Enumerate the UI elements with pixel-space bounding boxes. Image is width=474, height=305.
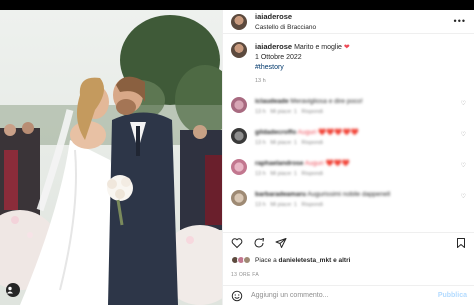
post-modal: iaiaderose Castello di Bracciano ••• iai… xyxy=(0,10,474,305)
posted-ago[interactable]: 13 ORE FA xyxy=(231,272,259,278)
comment-heart-icon[interactable]: ♡ xyxy=(461,100,466,107)
comment-text: Meravigliosa e dire poco! xyxy=(290,98,363,105)
post-caption: iaiaderose Marito e moglie ❤ 1 Ottobre 2… xyxy=(231,42,466,86)
comment-heart-icon[interactable]: ♡ xyxy=(461,131,466,138)
comment-time: 13 h xyxy=(255,109,266,115)
comment-item: barbaradeamaru Augurissimi nobile dappen… xyxy=(231,190,466,210)
action-bar xyxy=(223,232,474,252)
likes-summary: Piace a danieletesta_mkt e altri xyxy=(231,256,350,264)
commenter-username[interactable]: barbaradeamaru xyxy=(255,191,306,198)
heart-outline-icon xyxy=(231,237,243,248)
likes-prefix: Piace a xyxy=(255,256,277,264)
caption-username[interactable]: iaiaderose xyxy=(255,42,292,51)
comment-input[interactable]: Aggiungi un commento... xyxy=(251,292,328,299)
emoji-icon[interactable] xyxy=(231,290,243,302)
caption-line-1: Marito e moglie xyxy=(294,44,342,51)
speech-bubble-icon xyxy=(254,237,264,247)
author-username[interactable]: iaiaderose xyxy=(255,11,316,22)
comment-time: 13 h xyxy=(255,171,266,177)
heart-icon[interactable] xyxy=(231,237,243,249)
post-side-panel: iaiaderose Castello di Bracciano ••• iai… xyxy=(222,10,474,305)
commenter-avatar[interactable] xyxy=(231,97,247,113)
paper-plane-icon xyxy=(275,237,287,248)
reply-link[interactable]: Rispondi xyxy=(302,140,323,146)
comment-text: Auguri ❤️❤️❤️❤️❤️ xyxy=(297,129,359,136)
comment-heart-icon[interactable]: ♡ xyxy=(461,162,466,169)
post-photo[interactable] xyxy=(0,10,222,305)
reply-link[interactable]: Rispondi xyxy=(302,109,323,115)
comment-likes[interactable]: Mi piace: 1 xyxy=(270,171,297,177)
comment-item: raphaelandrose Auguri ❤️❤️❤️ 13 h Mi pia… xyxy=(231,159,466,179)
commenter-username[interactable]: raphaelandrose xyxy=(255,160,303,167)
post-header: iaiaderose Castello di Bracciano ••• xyxy=(223,10,474,34)
person-icon xyxy=(7,286,13,294)
user-tag-icon[interactable] xyxy=(6,283,20,297)
reply-link[interactable]: Rispondi xyxy=(302,171,323,177)
comment-heart-icon[interactable]: ♡ xyxy=(461,193,466,200)
likes-user[interactable]: danieletesta_mkt xyxy=(279,257,332,264)
caption-hashtag[interactable]: #thestory xyxy=(255,64,284,71)
publish-button[interactable]: Pubblica xyxy=(438,292,467,299)
likes-suffix[interactable]: e altri xyxy=(333,257,350,264)
comment-icon[interactable] xyxy=(253,237,265,249)
commenter-avatar[interactable] xyxy=(231,190,247,206)
comment-text: Auguri ❤️❤️❤️ xyxy=(304,160,350,167)
commenter-username[interactable]: iclaudeade xyxy=(255,98,289,105)
comments-list: iaiaderose Marito e moglie ❤ 1 Ottobre 2… xyxy=(223,34,474,210)
bookmark-outline-icon xyxy=(457,237,465,248)
reply-link[interactable]: Rispondi xyxy=(302,202,323,208)
comment-time: 13 h xyxy=(255,202,266,208)
commenter-username[interactable]: gildadecroffo xyxy=(255,129,296,136)
caption-line-2: 1 Ottobre 2022 xyxy=(255,54,302,61)
caption-avatar[interactable] xyxy=(231,42,247,58)
share-icon[interactable] xyxy=(275,237,287,249)
author-avatar[interactable] xyxy=(231,13,247,30)
red-heart-emoji: ❤ xyxy=(343,44,350,51)
comment-time: 13 h xyxy=(255,140,266,146)
more-icon[interactable]: ••• xyxy=(454,16,466,26)
comment-text: Augurissimi nobile dappenell xyxy=(307,191,391,198)
caption-time: 13 h xyxy=(255,78,266,84)
comment-item: iclaudeade Meravigliosa e dire poco! 13 … xyxy=(231,97,466,117)
comment-likes[interactable]: Mi piace: 1 xyxy=(270,109,297,115)
add-comment-bar: Aggiungi un commento... Pubblica xyxy=(223,285,474,305)
comment-likes[interactable]: Mi piace: 1 xyxy=(270,202,297,208)
bookmark-icon[interactable] xyxy=(455,237,467,249)
liker-avatars[interactable] xyxy=(231,256,251,264)
commenter-avatar[interactable] xyxy=(231,128,247,144)
post-location[interactable]: Castello di Bracciano xyxy=(255,22,316,33)
comment-likes[interactable]: Mi piace: 1 xyxy=(270,140,297,146)
comment-item: gildadecroffo Auguri ❤️❤️❤️❤️❤️ 13 h Mi … xyxy=(231,128,466,148)
wedding-photo xyxy=(0,10,222,305)
commenter-avatar[interactable] xyxy=(231,159,247,175)
